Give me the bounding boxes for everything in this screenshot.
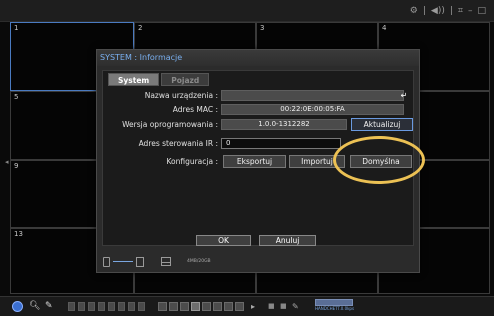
side-expand-icon[interactable]: ◂ bbox=[5, 158, 9, 166]
tools-icon[interactable]: ✎ bbox=[45, 301, 55, 312]
tab-bar: System Pojazd bbox=[108, 73, 210, 86]
maximize-icon[interactable]: □ bbox=[477, 5, 486, 17]
mac-field: 00:22:0E:00:05:FA bbox=[221, 104, 404, 115]
storage-text: 4MB/20GB bbox=[187, 259, 211, 264]
playback-button[interactable] bbox=[68, 302, 75, 311]
highlight-annotation bbox=[333, 136, 425, 184]
cell-number: 2 bbox=[138, 24, 143, 32]
ir-address-label: Adres sterowania IR : bbox=[138, 139, 218, 148]
device-name-field[interactable] bbox=[221, 90, 404, 101]
minimize-icon[interactable]: – bbox=[468, 5, 473, 17]
settings-icon[interactable]: ⚙ bbox=[410, 5, 418, 17]
dialog-title: SYSTEM : Informacje bbox=[97, 50, 419, 66]
playback-button[interactable] bbox=[108, 302, 115, 311]
hdd-line bbox=[161, 262, 171, 263]
status-indicator bbox=[315, 299, 353, 306]
record-icon[interactable] bbox=[12, 301, 23, 312]
cell-number: 3 bbox=[260, 24, 265, 32]
sequence-icon[interactable]: ▸ bbox=[251, 301, 261, 312]
usb-icon bbox=[103, 257, 110, 267]
layout-button[interactable] bbox=[202, 302, 211, 311]
window-controls: ⚙ | ◀)) | ⌗ – □ bbox=[410, 5, 486, 17]
cell-number: 9 bbox=[14, 162, 19, 170]
layout-button[interactable] bbox=[224, 302, 233, 311]
playback-button[interactable] bbox=[118, 302, 125, 311]
layout-9-button[interactable] bbox=[180, 302, 189, 311]
cell-number: 1 bbox=[14, 24, 19, 32]
device-icon bbox=[136, 257, 144, 267]
playback-button[interactable] bbox=[98, 302, 105, 311]
mac-label: Adres MAC : bbox=[172, 105, 218, 114]
layout-button[interactable] bbox=[235, 302, 244, 311]
configuration-label: Konfiguracja : bbox=[166, 157, 218, 166]
zoom-icon[interactable]: ✎ bbox=[292, 301, 301, 312]
cancel-button[interactable]: Anuluj bbox=[259, 235, 316, 246]
separator: | bbox=[449, 6, 453, 16]
cell-number: 4 bbox=[382, 24, 387, 32]
layout-1-button[interactable] bbox=[158, 302, 167, 311]
cell-number: 13 bbox=[14, 230, 23, 238]
tab-vehicle[interactable]: Pojazd bbox=[161, 73, 210, 86]
link-line bbox=[113, 261, 133, 262]
playback-button[interactable] bbox=[88, 302, 95, 311]
separator: | bbox=[422, 6, 426, 16]
firmware-label: Wersja oprogramowania : bbox=[122, 120, 218, 129]
volume-icon[interactable]: ◀)) bbox=[431, 5, 445, 17]
cell-number: 5 bbox=[14, 93, 19, 101]
ok-button[interactable]: OK bbox=[196, 235, 251, 246]
firmware-field: 1.0.0-1312282 bbox=[221, 119, 347, 130]
enter-icon[interactable]: ↵ bbox=[399, 91, 409, 100]
playback-button[interactable] bbox=[78, 302, 85, 311]
layout-icon[interactable]: ⌗ bbox=[458, 5, 463, 17]
device-name-label: Nazwa urządzenia : bbox=[144, 91, 218, 100]
status-text: HANDCHETT.0.0kps bbox=[315, 306, 355, 311]
playback-button[interactable] bbox=[138, 302, 145, 311]
layout-16-button[interactable] bbox=[191, 302, 200, 311]
top-bar: ⚙ | ◀)) | ⌗ – □ bbox=[0, 0, 494, 22]
bottom-toolbar: 🔍︎ ✎ ▸ ■ ■ ✎ HANDCHETT.0.0kps bbox=[0, 296, 494, 316]
audio-icon[interactable]: ■ bbox=[280, 301, 288, 312]
layout-4-button[interactable] bbox=[169, 302, 178, 311]
tab-system[interactable]: System bbox=[108, 73, 160, 86]
export-button[interactable]: Eksportuj bbox=[223, 155, 286, 168]
ir-address-field[interactable]: 0 bbox=[221, 138, 341, 149]
search-icon[interactable]: 🔍︎ bbox=[29, 301, 40, 312]
layout-button[interactable] bbox=[213, 302, 222, 311]
freeze-icon[interactable]: ■ bbox=[268, 301, 276, 312]
playback-button[interactable] bbox=[128, 302, 135, 311]
update-button[interactable]: Aktualizuj bbox=[351, 118, 413, 131]
